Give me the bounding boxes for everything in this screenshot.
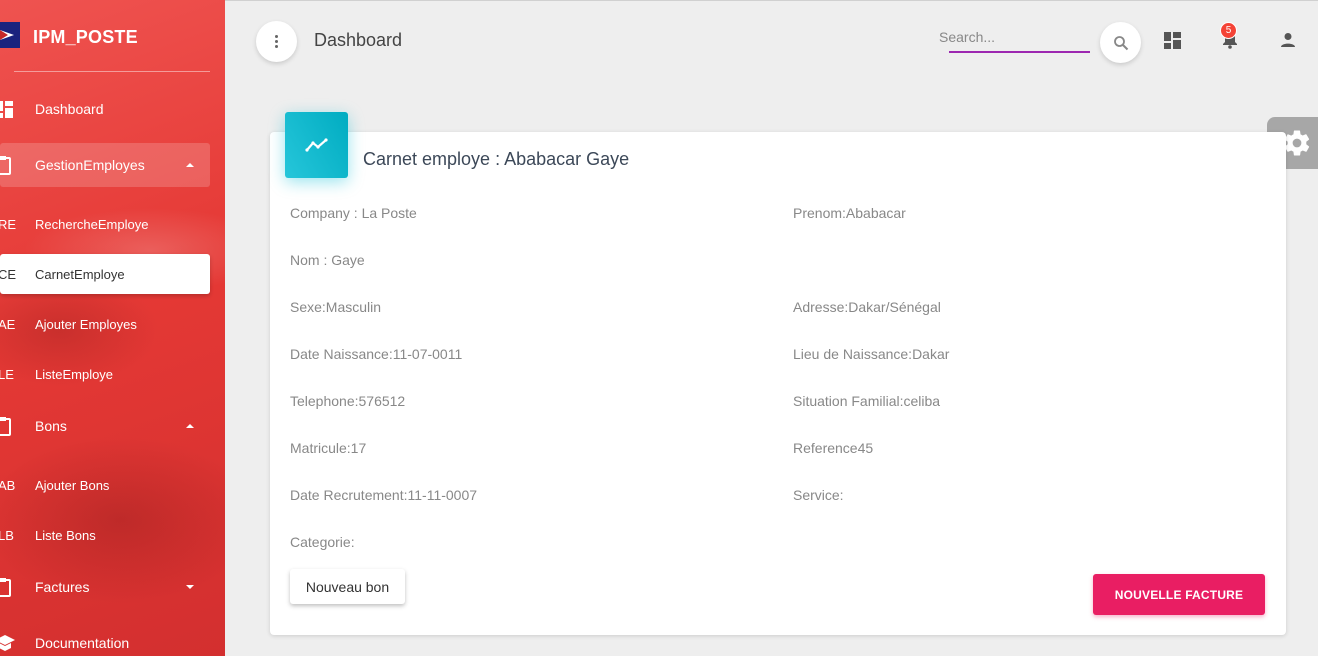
employee-card <box>270 132 1286 635</box>
field-telephone: Telephone:576512 <box>290 393 406 409</box>
search-wrapper <box>939 23 1091 53</box>
school-icon <box>0 633 15 653</box>
subitem-abbr: CE <box>0 266 17 282</box>
subitem-label: ListeEmploye <box>35 366 114 382</box>
subitem-label: Ajouter Bons <box>35 477 110 493</box>
subitem-label: RechercheEmploye <box>35 216 149 232</box>
subitem-abbr: AE <box>0 316 16 332</box>
sidebar-subitem-ajouterbons[interactable]: AB Ajouter Bons <box>0 465 210 505</box>
search-input[interactable] <box>939 23 1091 51</box>
sidebar-item-label: Bons <box>35 418 67 434</box>
subitem-abbr: RE <box>0 216 17 232</box>
gear-icon <box>1284 130 1310 156</box>
field-situation: Situation Familial:celiba <box>793 393 941 409</box>
field-adresse: Adresse:Dakar/Sénégal <box>793 299 941 315</box>
nouveau-bon-button[interactable]: Nouveau bon <box>290 569 405 604</box>
subitem-label: CarnetEmploye <box>35 266 125 282</box>
sidebar-item-label: GestionEmployes <box>35 157 145 173</box>
field-categorie: Categorie: <box>290 534 355 550</box>
dashboard-icon <box>0 99 15 119</box>
field-date-naissance: Date Naissance:11-07-0011 <box>290 346 463 362</box>
card-header-icon <box>285 112 348 178</box>
search-underline <box>949 51 1090 53</box>
sidebar-subitem-listeemploye[interactable]: LE ListeEmploye <box>0 354 210 394</box>
sidebar-item-factures[interactable]: Factures <box>0 565 210 609</box>
subitem-label: Liste Bons <box>35 527 96 543</box>
sidebar-subitem-ajouteremployes[interactable]: AE Ajouter Employes <box>0 304 210 344</box>
search-button[interactable] <box>1100 22 1141 63</box>
notification-badge: 5 <box>1220 22 1237 39</box>
dashboard-icon <box>1163 31 1181 49</box>
sidebar: IPM_POSTE Dashboard GestionEmployes RE R… <box>0 0 225 656</box>
sidebar-item-label: Factures <box>35 579 90 595</box>
sidebar-item-label: Documentation <box>35 635 130 651</box>
field-sexe: Sexe:Masculin <box>290 299 382 315</box>
profile-button[interactable] <box>1277 29 1299 51</box>
brand-divider <box>14 71 210 72</box>
sidebar-minimize-button[interactable] <box>256 21 297 62</box>
sidebar-subitem-listebons[interactable]: LB Liste Bons <box>0 515 210 555</box>
clipboard-icon <box>0 416 15 436</box>
caret-down-icon <box>186 585 194 589</box>
sidebar-item-bons[interactable]: Bons <box>0 404 210 448</box>
field-company: Company : La Poste <box>290 205 417 221</box>
subitem-abbr: AB <box>0 477 16 493</box>
brand-name: IPM_POSTE <box>33 27 138 47</box>
sidebar-item-dashboard[interactable]: Dashboard <box>0 87 210 131</box>
subitem-abbr: LB <box>0 527 14 543</box>
field-lieu-naissance: Lieu de Naissance:Dakar <box>793 346 950 362</box>
field-nom: Nom : Gaye <box>290 252 365 268</box>
sidebar-subitem-carnetemploye[interactable]: CE CarnetEmploye <box>0 254 210 294</box>
page-title: Dashboard <box>314 30 403 50</box>
clipboard-icon <box>0 155 15 175</box>
subitem-label: Ajouter Employes <box>35 316 137 332</box>
sidebar-item-documentation[interactable]: Documentation <box>0 621 210 656</box>
caret-up-icon <box>186 424 194 428</box>
dashboard-grid-button[interactable] <box>1161 29 1183 51</box>
card-title: Carnet employe : Ababacar Gaye <box>363 149 630 169</box>
field-date-recrutement: Date Recrutement:11-11-0007 <box>290 487 478 503</box>
sidebar-item-gestionemployes[interactable]: GestionEmployes <box>0 143 210 187</box>
search-icon <box>1113 35 1128 50</box>
field-matricule: Matricule:17 <box>290 440 367 456</box>
field-service: Service: <box>793 487 844 503</box>
sidebar-subitem-rechercheemploye[interactable]: RE RechercheEmploye <box>0 204 210 244</box>
field-reference: Reference45 <box>793 440 874 456</box>
person-icon <box>1281 33 1295 47</box>
topbar: Dashboard 5 <box>225 0 1318 80</box>
field-prenom: Prenom:Ababacar <box>793 205 906 221</box>
subitem-abbr: LE <box>0 366 14 382</box>
caret-up-icon <box>186 163 194 167</box>
more-vert-icon <box>275 35 278 48</box>
logo-icon <box>0 22 20 48</box>
nouvelle-facture-button[interactable]: NOUVELLE FACTURE <box>1093 574 1265 615</box>
clipboard-icon <box>0 577 15 597</box>
timeline-icon <box>304 138 328 152</box>
sidebar-item-label: Dashboard <box>35 101 104 117</box>
